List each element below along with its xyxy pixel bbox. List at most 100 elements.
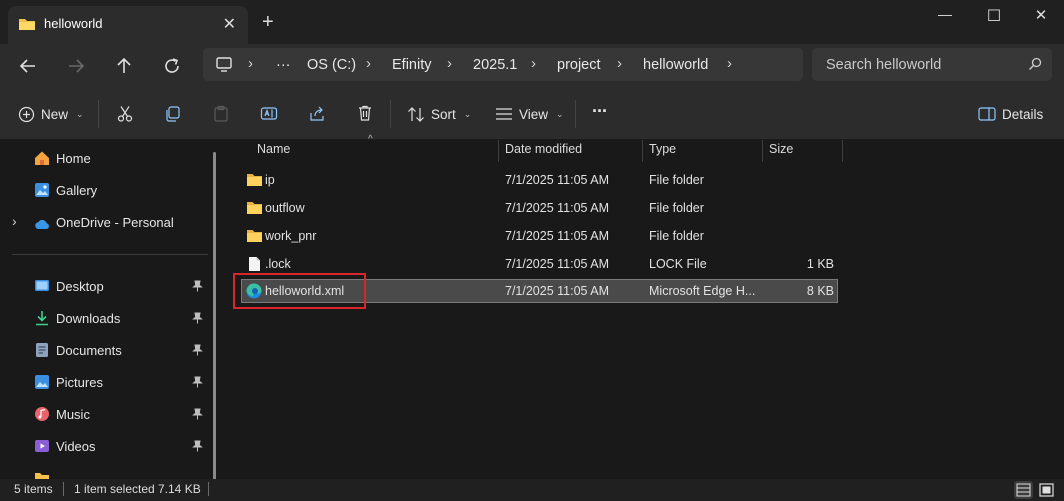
sidebar-item-downloads[interactable]: Downloads xyxy=(0,304,210,332)
back-icon[interactable] xyxy=(16,54,40,78)
sidebar-item-label: Documents xyxy=(56,343,122,358)
pin-icon[interactable] xyxy=(192,440,203,452)
file-name: ip xyxy=(265,173,275,187)
chevron-right-icon[interactable]: › xyxy=(617,55,622,72)
breadcrumb-project[interactable]: project xyxy=(557,57,601,73)
file-size: 8 KB xyxy=(806,284,834,298)
breadcrumb-os-c[interactable]: OS (C:) xyxy=(307,57,356,73)
column-divider[interactable] xyxy=(762,140,763,162)
status-divider xyxy=(63,482,64,496)
pin-icon[interactable] xyxy=(192,344,203,356)
up-icon[interactable] xyxy=(112,54,136,78)
details-button[interactable]: Details xyxy=(978,103,1043,125)
view-label: View xyxy=(519,106,549,122)
cut-icon[interactable] xyxy=(116,105,134,123)
sidebar-item-videos[interactable]: Videos xyxy=(0,432,210,460)
copy-icon[interactable] xyxy=(164,105,182,123)
view-button[interactable]: View ⌄ xyxy=(495,103,564,125)
pin-icon[interactable] xyxy=(192,408,203,420)
rename-icon[interactable] xyxy=(260,105,278,123)
maximize-button[interactable]: ☐ xyxy=(979,6,1009,26)
sidebar-item-desktop[interactable]: Desktop xyxy=(0,272,210,300)
close-button[interactable]: ✕ xyxy=(1026,6,1056,26)
refresh-icon[interactable] xyxy=(160,54,184,78)
sidebar-item-documents[interactable]: Documents xyxy=(0,336,210,364)
toolbar-divider xyxy=(575,100,576,128)
status-divider xyxy=(208,482,209,496)
pin-icon[interactable] xyxy=(192,280,203,292)
sidebar-scrollbar[interactable] xyxy=(213,152,216,479)
column-header-name[interactable]: Name xyxy=(257,142,290,164)
column-header-size[interactable]: Size xyxy=(769,142,793,164)
sidebar-item-label: Pictures xyxy=(56,375,103,390)
folder-icon xyxy=(247,174,262,186)
pin-icon[interactable] xyxy=(192,376,203,388)
file-row-ip[interactable]: ip 7/1/2025 11:05 AM File folder xyxy=(241,168,838,192)
sort-button[interactable]: Sort ⌄ xyxy=(407,103,471,125)
sidebar-item-gallery[interactable]: Gallery xyxy=(0,176,210,204)
address-bar[interactable]: › ··· OS (C:) › Efinity › 2025.1 › proje… xyxy=(203,48,803,81)
expand-chevron-icon[interactable]: › xyxy=(12,213,17,229)
forward-icon[interactable] xyxy=(64,54,88,78)
sidebar-item-music[interactable]: Music xyxy=(0,400,210,428)
pin-icon[interactable] xyxy=(192,312,203,324)
breadcrumb-helloworld[interactable]: helloworld xyxy=(643,57,708,73)
file-list: ^ Name Date modified Type Size ip 7/1/20… xyxy=(224,134,1064,479)
column-divider[interactable] xyxy=(642,140,643,162)
sidebar-item-label: OneDrive - Personal xyxy=(56,215,174,230)
column-header-type[interactable]: Type xyxy=(649,142,676,164)
sidebar-item-partial[interactable] xyxy=(0,464,210,479)
sidebar-item-label: Gallery xyxy=(56,183,98,198)
details-view-icon[interactable] xyxy=(1014,481,1033,499)
selected-count: 1 item selected xyxy=(74,482,155,496)
chevron-right-icon[interactable]: › xyxy=(447,55,452,72)
desktop-icon xyxy=(35,280,49,291)
share-icon[interactable] xyxy=(308,105,326,123)
sort-label: Sort xyxy=(431,106,456,122)
tab-title: helloworld xyxy=(44,16,103,31)
column-divider[interactable] xyxy=(498,140,499,162)
file-row-outflow[interactable]: outflow 7/1/2025 11:05 AM File folder xyxy=(241,196,838,220)
new-tab-button[interactable]: + xyxy=(262,12,274,32)
annotation-highlight-box xyxy=(233,273,366,309)
title-bar: helloworld ✕ + — ☐ ✕ xyxy=(0,0,1064,44)
item-count: 5 items xyxy=(14,482,53,496)
chevron-right-icon[interactable]: › xyxy=(248,55,253,72)
breadcrumb-efinity[interactable]: Efinity xyxy=(392,57,432,73)
tab-close-button[interactable]: ✕ xyxy=(223,14,236,34)
new-button[interactable]: New ⌄ xyxy=(18,103,84,125)
column-header-date-modified[interactable]: Date modified xyxy=(505,142,582,164)
tab-helloworld[interactable]: helloworld ✕ xyxy=(8,6,248,44)
more-options-button[interactable]: ··· xyxy=(592,100,608,122)
sidebar-item-onedrive[interactable]: › OneDrive - Personal xyxy=(0,208,210,236)
paste-icon[interactable] xyxy=(212,105,230,123)
home-icon xyxy=(35,151,49,165)
folder-icon xyxy=(247,202,262,214)
sidebar-item-label: Downloads xyxy=(56,311,121,326)
chevron-down-icon: ⌄ xyxy=(463,108,472,119)
folder-icon xyxy=(247,230,262,242)
videos-icon xyxy=(35,440,49,452)
file-type: File folder xyxy=(649,229,704,243)
selected-size: 7.14 KB xyxy=(158,482,201,496)
sidebar-item-label: Videos xyxy=(56,439,96,454)
sidebar-item-home[interactable]: Home xyxy=(0,144,210,172)
file-date: 7/1/2025 11:05 AM xyxy=(505,284,610,298)
file-row-work-pnr[interactable]: work_pnr 7/1/2025 11:05 AM File folder xyxy=(241,224,838,248)
chevron-right-icon[interactable]: › xyxy=(531,55,536,72)
search-input[interactable]: Search helloworld xyxy=(812,48,1052,81)
file-date: 7/1/2025 11:05 AM xyxy=(505,201,610,215)
tiles-view-icon[interactable] xyxy=(1037,481,1056,499)
minimize-button[interactable]: — xyxy=(930,6,960,26)
search-icon[interactable] xyxy=(1028,57,1042,71)
breadcrumb-2025-1[interactable]: 2025.1 xyxy=(473,57,517,73)
chevron-right-icon[interactable]: › xyxy=(727,55,732,72)
sidebar-item-pictures[interactable]: Pictures xyxy=(0,368,210,396)
file-date: 7/1/2025 11:05 AM xyxy=(505,257,610,271)
column-divider[interactable] xyxy=(842,140,843,162)
breadcrumb-overflow[interactable]: ··· xyxy=(276,57,291,73)
file-size: 1 KB xyxy=(806,257,834,271)
this-pc-icon[interactable] xyxy=(215,56,233,73)
delete-icon[interactable] xyxy=(356,104,374,122)
chevron-right-icon[interactable]: › xyxy=(366,55,371,72)
